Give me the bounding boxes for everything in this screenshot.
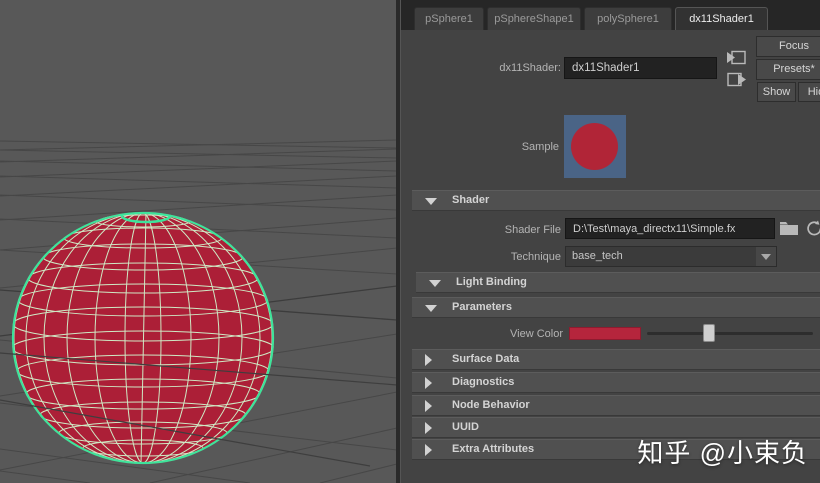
- section-label: Light Binding: [456, 276, 527, 288]
- section-label: UUID: [452, 421, 479, 433]
- technique-label: Technique: [510, 251, 561, 263]
- section-header-node-behavior[interactable]: Node Behavior: [412, 395, 820, 416]
- section-label: Extra Attributes: [452, 443, 535, 455]
- section-header-shader[interactable]: Shader: [412, 190, 820, 211]
- presets-button[interactable]: Presets*: [756, 59, 820, 80]
- show-button[interactable]: Show: [757, 82, 796, 102]
- hide-button[interactable]: Hide: [798, 82, 820, 102]
- collapse-arrow-icon: [429, 280, 441, 287]
- view-color-slider-handle[interactable]: [703, 324, 715, 342]
- expand-arrow-icon: [425, 400, 432, 412]
- expand-arrow-icon: [425, 444, 432, 456]
- section-header-light-binding[interactable]: Light Binding: [416, 272, 820, 293]
- attribute-editor-tabbar: pSphere1 pSphereShape1 polySphere1 dx11S…: [401, 0, 820, 30]
- section-header-diagnostics[interactable]: Diagnostics: [412, 372, 820, 393]
- technique-value: base_tech: [572, 250, 623, 262]
- section-header-parameters[interactable]: Parameters: [412, 297, 820, 318]
- view-color-label: View Color: [510, 328, 563, 340]
- viewport-scene: [0, 0, 398, 483]
- show-output-connections-icon[interactable]: [725, 70, 747, 89]
- section-label: Parameters: [452, 301, 512, 313]
- tab-psphereshape1[interactable]: pSphereShape1: [487, 7, 581, 30]
- view-color-swatch[interactable]: [569, 327, 641, 340]
- node-name-field[interactable]: dx11Shader1: [564, 57, 717, 79]
- shader-file-label: Shader File: [504, 224, 561, 236]
- expand-arrow-icon: [425, 377, 432, 389]
- collapse-arrow-icon: [425, 305, 437, 312]
- maya-window: pSphere1 pSphereShape1 polySphere1 dx11S…: [0, 0, 820, 483]
- tab-dx11shader1[interactable]: dx11Shader1: [675, 7, 768, 30]
- section-header-surface-data[interactable]: Surface Data: [412, 349, 820, 370]
- focus-button[interactable]: Focus: [756, 36, 820, 57]
- viewport-3d[interactable]: [0, 0, 398, 483]
- expand-arrow-icon: [425, 422, 432, 434]
- chevron-down-icon: [756, 247, 776, 266]
- sample-sphere-preview: [571, 123, 618, 170]
- material-sample-swatch[interactable]: [564, 115, 626, 178]
- watermark-text: 知乎 @小束负: [637, 438, 808, 468]
- section-label: Node Behavior: [452, 399, 530, 411]
- technique-dropdown[interactable]: base_tech: [565, 246, 777, 267]
- section-label: Shader: [452, 194, 490, 206]
- node-type-label: dx11Shader:: [499, 62, 561, 74]
- section-label: Diagnostics: [452, 376, 515, 388]
- tab-polysphere1[interactable]: polySphere1: [584, 7, 672, 30]
- view-color-slider-track[interactable]: [647, 332, 813, 335]
- shader-file-field[interactable]: D:\Test\maya_directx11\Simple.fx: [565, 218, 775, 239]
- attribute-editor: pSphere1 pSphereShape1 polySphere1 dx11S…: [400, 0, 820, 483]
- collapse-arrow-icon: [425, 198, 437, 205]
- expand-arrow-icon: [425, 354, 432, 366]
- tab-psphere1[interactable]: pSphere1: [414, 7, 484, 30]
- reload-shader-icon[interactable]: [805, 219, 820, 238]
- show-input-connections-icon[interactable]: [725, 48, 747, 67]
- section-label: Surface Data: [452, 353, 520, 365]
- browse-folder-icon[interactable]: [779, 219, 799, 237]
- sample-label: Sample: [521, 141, 559, 153]
